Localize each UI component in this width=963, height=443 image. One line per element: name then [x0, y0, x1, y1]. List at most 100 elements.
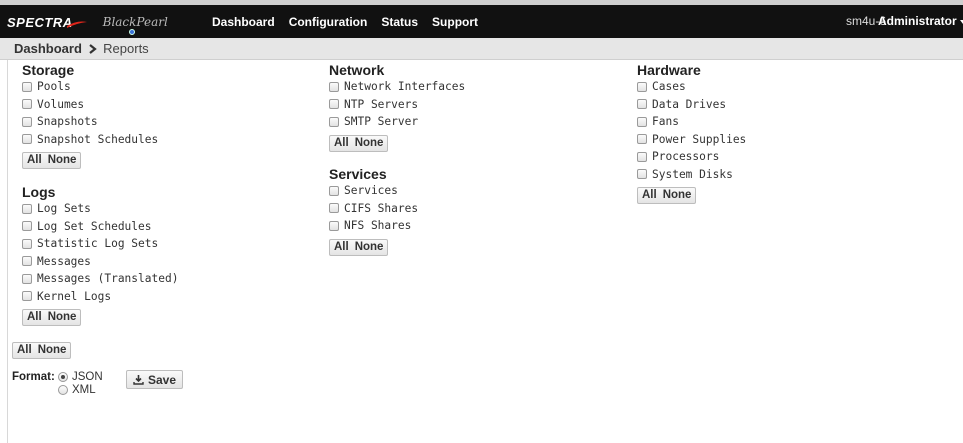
format-label: Format:	[12, 371, 55, 383]
checkbox[interactable]	[22, 134, 32, 145]
checkbox[interactable]	[637, 151, 647, 162]
logo-blackpearl-text: BlackPearl	[102, 15, 168, 29]
checkbox[interactable]	[22, 256, 32, 267]
checkbox[interactable]	[637, 99, 647, 110]
checkbox[interactable]	[329, 81, 339, 92]
pearl-icon	[128, 29, 135, 35]
checkbox-label: Volumes	[37, 97, 85, 111]
checkbox-item[interactable]: Pools	[22, 78, 158, 96]
checkbox-item[interactable]: NTP Servers	[329, 96, 465, 114]
checkbox[interactable]	[329, 116, 339, 127]
nav-support[interactable]: Support	[432, 15, 478, 29]
checkbox-label: Cases	[652, 80, 686, 94]
checkbox[interactable]	[637, 169, 647, 180]
logs-section: Logs Log Sets Log Set Schedules Statisti…	[22, 185, 178, 326]
content-divider	[7, 60, 8, 443]
spectra-logo[interactable]: SPECTRA BlackPearl	[7, 10, 168, 35]
checkbox[interactable]	[22, 203, 32, 214]
checkbox[interactable]	[329, 203, 339, 214]
checkbox[interactable]	[637, 134, 647, 145]
checkbox-label: Snapshot Schedules	[37, 132, 159, 146]
logo-swoosh-icon	[67, 21, 87, 28]
user-menu[interactable]: Administrator	[878, 5, 963, 38]
storage-section: Storage Pools Volumes Snapshots Snapshot…	[22, 63, 158, 169]
checkbox[interactable]	[22, 116, 32, 127]
select-all-button[interactable]: All	[23, 310, 46, 325]
checkbox-label: Kernel Logs	[37, 289, 112, 303]
checkbox-label: Services	[344, 184, 398, 198]
checkbox[interactable]	[22, 291, 32, 302]
nav-status[interactable]: Status	[381, 15, 418, 29]
checkbox-label: CIFS Shares	[344, 201, 419, 215]
checkbox-label: NFS Shares	[344, 219, 412, 233]
checkbox-item[interactable]: Services	[329, 182, 418, 200]
nav-dashboard[interactable]: Dashboard	[212, 15, 275, 29]
format-option-xml[interactable]: XML	[58, 384, 96, 396]
global-select-section: All None	[12, 342, 72, 359]
checkbox-item[interactable]: Volumes	[22, 96, 158, 114]
select-all-button[interactable]: All	[330, 240, 353, 255]
user-menu-label: Administrator	[878, 14, 957, 28]
format-option-json[interactable]: JSON	[58, 371, 103, 383]
checkbox[interactable]	[22, 81, 32, 92]
checkbox[interactable]	[22, 221, 32, 232]
select-none-button[interactable]: None	[353, 240, 388, 255]
checkbox-label: Statistic Log Sets	[37, 237, 159, 251]
checkbox-item[interactable]: Network Interfaces	[329, 78, 465, 96]
storage-select-buttons: All None	[22, 152, 82, 169]
checkbox-item[interactable]: Kernel Logs	[22, 288, 178, 306]
checkbox-label: Power Supplies	[652, 132, 747, 146]
hardware-section: Hardware Cases Data Drives Fans Power Su…	[637, 63, 746, 204]
checkbox-item[interactable]: Processors	[637, 148, 746, 166]
checkbox-item[interactable]: NFS Shares	[329, 217, 418, 235]
checkbox[interactable]	[329, 220, 339, 231]
select-none-button[interactable]: None	[661, 188, 696, 203]
checkbox-item[interactable]: Statistic Log Sets	[22, 235, 178, 253]
select-all-button[interactable]: All	[330, 136, 353, 151]
top-navbar: SPECTRA BlackPearl Dashboard Configurati…	[0, 0, 963, 38]
radio-xml[interactable]	[58, 385, 68, 395]
save-button[interactable]: Save	[126, 370, 184, 389]
select-all-button[interactable]: All	[13, 343, 36, 358]
select-none-button[interactable]: None	[46, 153, 81, 168]
checkbox-item[interactable]: CIFS Shares	[329, 200, 418, 218]
network-section: Network Network Interfaces NTP Servers S…	[329, 63, 465, 152]
checkbox[interactable]	[329, 185, 339, 196]
checkbox-item[interactable]: Messages (Translated)	[22, 270, 178, 288]
select-none-button[interactable]: None	[36, 343, 71, 358]
checkbox[interactable]	[22, 238, 32, 249]
checkbox-item[interactable]: Snapshot Schedules	[22, 131, 158, 149]
checkbox-label: Fans	[652, 115, 679, 129]
select-none-button[interactable]: None	[46, 310, 81, 325]
radio-json[interactable]	[58, 372, 68, 382]
checkbox[interactable]	[637, 81, 647, 92]
checkbox[interactable]	[329, 99, 339, 110]
breadcrumb: Dashboard Reports	[0, 38, 963, 60]
hardware-select-buttons: All None	[637, 187, 697, 204]
nav-configuration[interactable]: Configuration	[289, 15, 368, 29]
checkbox-item[interactable]: Log Set Schedules	[22, 218, 178, 236]
checkbox-item[interactable]: SMTP Server	[329, 113, 465, 131]
download-icon	[133, 374, 144, 385]
checkbox-item[interactable]: Power Supplies	[637, 131, 746, 149]
checkbox-label: Snapshots	[37, 115, 98, 129]
checkbox-label: NTP Servers	[344, 97, 419, 111]
checkbox-item[interactable]: Fans	[637, 113, 746, 131]
select-all-button[interactable]: All	[23, 153, 46, 168]
checkbox[interactable]	[22, 273, 32, 284]
services-section: Services Services CIFS Shares NFS Shares…	[329, 167, 418, 256]
logs-select-buttons: All None	[22, 309, 82, 326]
select-none-button[interactable]: None	[353, 136, 388, 151]
select-all-button[interactable]: All	[638, 188, 661, 203]
checkbox-item[interactable]: Snapshots	[22, 113, 158, 131]
checkbox-item[interactable]: System Disks	[637, 166, 746, 184]
checkbox-item[interactable]: Messages	[22, 253, 178, 271]
checkbox-item[interactable]: Log Sets	[22, 200, 178, 218]
checkbox-label: Processors	[652, 150, 720, 164]
checkbox-item[interactable]: Data Drives	[637, 96, 746, 114]
breadcrumb-dashboard-link[interactable]: Dashboard	[14, 41, 82, 56]
checkbox[interactable]	[637, 116, 647, 127]
checkbox-label: Messages (Translated)	[37, 272, 179, 286]
checkbox-item[interactable]: Cases	[637, 78, 746, 96]
checkbox[interactable]	[22, 99, 32, 110]
